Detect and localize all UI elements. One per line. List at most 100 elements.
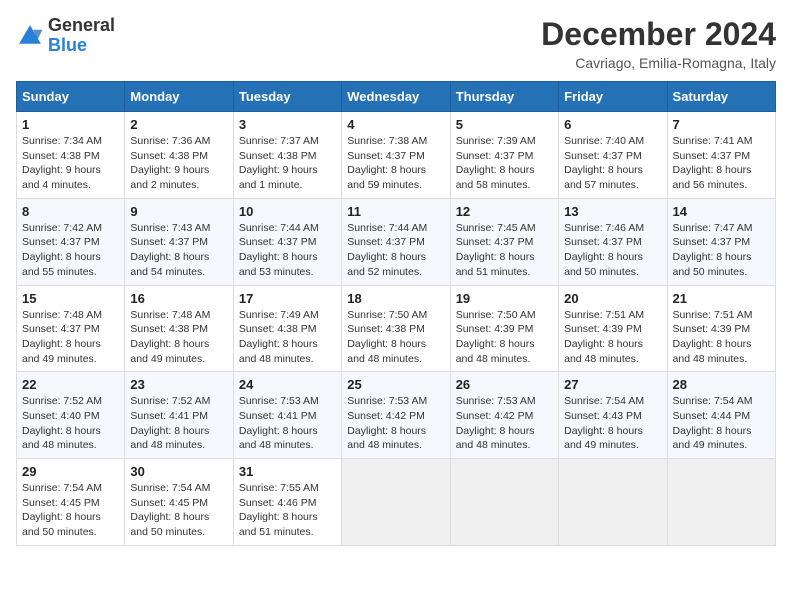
day-info: Sunrise: 7:55 AMSunset: 4:46 PMDaylight:… [239,481,336,540]
day-number: 23 [130,377,227,392]
day-info: Sunrise: 7:53 AMSunset: 4:42 PMDaylight:… [456,394,553,453]
calendar-cell: 25 Sunrise: 7:53 AMSunset: 4:42 PMDayligh… [342,372,450,459]
weekday-header-monday: Monday [125,82,233,112]
calendar-cell: 3Sunrise: 7:37 AMSunset: 4:38 PMDaylight… [233,112,341,199]
day-info: Sunrise: 7:51 AMSunset: 4:39 PMDaylight:… [564,308,661,367]
day-info: Sunrise: 7:42 AMSunset: 4:37 PMDaylight:… [22,221,119,280]
day-info: Sunrise: 7:38 AMSunset: 4:37 PMDaylight:… [347,134,444,193]
day-number: 30 [130,464,227,479]
weekday-header-friday: Friday [559,82,667,112]
calendar-week-2: 8 Sunrise: 7:42 AMSunset: 4:37 PMDaylight… [17,198,776,285]
day-number: 13 [564,204,661,219]
day-number: 7 [673,117,770,132]
day-number: 22 [22,377,119,392]
day-number: 15 [22,291,119,306]
calendar-cell: 11 Sunrise: 7:44 AMSunset: 4:37 PMDayligh… [342,198,450,285]
day-info: Sunrise: 7:50 AMSunset: 4:38 PMDaylight:… [347,308,444,367]
day-number: 21 [673,291,770,306]
calendar-cell: 26 Sunrise: 7:53 AMSunset: 4:42 PMDayligh… [450,372,558,459]
day-info: Sunrise: 7:51 AMSunset: 4:39 PMDaylight:… [673,308,770,367]
logo-text: General Blue [48,16,115,56]
calendar-cell: 5 Sunrise: 7:39 AMSunset: 4:37 PMDaylight… [450,112,558,199]
day-number: 17 [239,291,336,306]
day-info: Sunrise: 7:37 AMSunset: 4:38 PMDaylight:… [239,134,336,193]
calendar-cell: 30 Sunrise: 7:54 AMSunset: 4:45 PMDayligh… [125,459,233,546]
calendar-cell: 10 Sunrise: 7:44 AMSunset: 4:37 PMDayligh… [233,198,341,285]
calendar-week-4: 22Sunrise: 7:52 AMSunset: 4:40 PMDayligh… [17,372,776,459]
calendar-cell [667,459,775,546]
day-number: 8 [22,204,119,219]
calendar-cell: 28 Sunrise: 7:54 AMSunset: 4:44 PMDayligh… [667,372,775,459]
day-info: Sunrise: 7:50 AMSunset: 4:39 PMDaylight:… [456,308,553,367]
calendar-cell: 9Sunrise: 7:43 AMSunset: 4:37 PMDaylight… [125,198,233,285]
day-info: Sunrise: 7:54 AMSunset: 4:45 PMDaylight:… [22,481,119,540]
day-number: 19 [456,291,553,306]
day-info: Sunrise: 7:53 AMSunset: 4:42 PMDaylight:… [347,394,444,453]
calendar-cell: 4 Sunrise: 7:38 AMSunset: 4:37 PMDaylight… [342,112,450,199]
day-number: 9 [130,204,227,219]
day-info: Sunrise: 7:54 AMSunset: 4:44 PMDaylight:… [673,394,770,453]
weekday-header-thursday: Thursday [450,82,558,112]
location: Cavriago, Emilia-Romagna, Italy [541,55,776,71]
calendar-week-5: 29 Sunrise: 7:54 AMSunset: 4:45 PMDayligh… [17,459,776,546]
weekday-header-sunday: Sunday [17,82,125,112]
day-info: Sunrise: 7:44 AMSunset: 4:37 PMDaylight:… [239,221,336,280]
calendar-cell: 12 Sunrise: 7:45 AMSunset: 4:37 PMDayligh… [450,198,558,285]
calendar-cell: 22Sunrise: 7:52 AMSunset: 4:40 PMDayligh… [17,372,125,459]
weekday-header-tuesday: Tuesday [233,82,341,112]
day-number: 25 [347,377,444,392]
page-header: General Blue December 2024 Cavriago, Emi… [16,16,776,71]
calendar-cell: 18 Sunrise: 7:50 AMSunset: 4:38 PMDayligh… [342,285,450,372]
day-info: Sunrise: 7:54 AMSunset: 4:43 PMDaylight:… [564,394,661,453]
day-number: 1 [22,117,119,132]
calendar-cell: 7Sunrise: 7:41 AMSunset: 4:37 PMDaylight… [667,112,775,199]
day-number: 31 [239,464,336,479]
weekday-header-wednesday: Wednesday [342,82,450,112]
day-info: Sunrise: 7:34 AMSunset: 4:38 PMDaylight:… [22,134,119,193]
calendar-cell: 21 Sunrise: 7:51 AMSunset: 4:39 PMDayligh… [667,285,775,372]
day-info: Sunrise: 7:44 AMSunset: 4:37 PMDaylight:… [347,221,444,280]
day-number: 10 [239,204,336,219]
day-info: Sunrise: 7:52 AMSunset: 4:41 PMDaylight:… [130,394,227,453]
day-number: 18 [347,291,444,306]
day-info: Sunrise: 7:36 AMSunset: 4:38 PMDaylight:… [130,134,227,193]
day-number: 29 [22,464,119,479]
calendar-table: SundayMondayTuesdayWednesdayThursdayFrid… [16,81,776,546]
calendar-cell: 8 Sunrise: 7:42 AMSunset: 4:37 PMDaylight… [17,198,125,285]
day-info: Sunrise: 7:46 AMSunset: 4:37 PMDaylight:… [564,221,661,280]
logo-icon [16,22,44,50]
calendar-cell [342,459,450,546]
calendar-cell: 23 Sunrise: 7:52 AMSunset: 4:41 PMDayligh… [125,372,233,459]
calendar-cell: 17Sunrise: 7:49 AMSunset: 4:38 PMDayligh… [233,285,341,372]
day-info: Sunrise: 7:40 AMSunset: 4:37 PMDaylight:… [564,134,661,193]
day-info: Sunrise: 7:45 AMSunset: 4:37 PMDaylight:… [456,221,553,280]
day-info: Sunrise: 7:39 AMSunset: 4:37 PMDaylight:… [456,134,553,193]
logo: General Blue [16,16,115,56]
calendar-cell: 6Sunrise: 7:40 AMSunset: 4:37 PMDaylight… [559,112,667,199]
day-number: 14 [673,204,770,219]
day-number: 24 [239,377,336,392]
day-number: 27 [564,377,661,392]
calendar-cell: 16Sunrise: 7:48 AMSunset: 4:38 PMDayligh… [125,285,233,372]
calendar-cell: 13 Sunrise: 7:46 AMSunset: 4:37 PMDayligh… [559,198,667,285]
calendar-cell [559,459,667,546]
day-number: 12 [456,204,553,219]
day-number: 26 [456,377,553,392]
day-number: 4 [347,117,444,132]
title-block: December 2024 Cavriago, Emilia-Romagna, … [541,16,776,71]
month-title: December 2024 [541,16,776,53]
day-info: Sunrise: 7:53 AMSunset: 4:41 PMDaylight:… [239,394,336,453]
day-info: Sunrise: 7:54 AMSunset: 4:45 PMDaylight:… [130,481,227,540]
day-number: 28 [673,377,770,392]
calendar-cell: 31 Sunrise: 7:55 AMSunset: 4:46 PMDayligh… [233,459,341,546]
day-number: 11 [347,204,444,219]
day-number: 5 [456,117,553,132]
day-number: 20 [564,291,661,306]
day-info: Sunrise: 7:48 AMSunset: 4:37 PMDaylight:… [22,308,119,367]
calendar-week-3: 15 Sunrise: 7:48 AMSunset: 4:37 PMDayligh… [17,285,776,372]
calendar-body: 1 Sunrise: 7:34 AMSunset: 4:38 PMDaylight… [17,112,776,546]
day-number: 16 [130,291,227,306]
calendar-cell: 19 Sunrise: 7:50 AMSunset: 4:39 PMDayligh… [450,285,558,372]
calendar-cell: 15 Sunrise: 7:48 AMSunset: 4:37 PMDayligh… [17,285,125,372]
calendar-cell [450,459,558,546]
